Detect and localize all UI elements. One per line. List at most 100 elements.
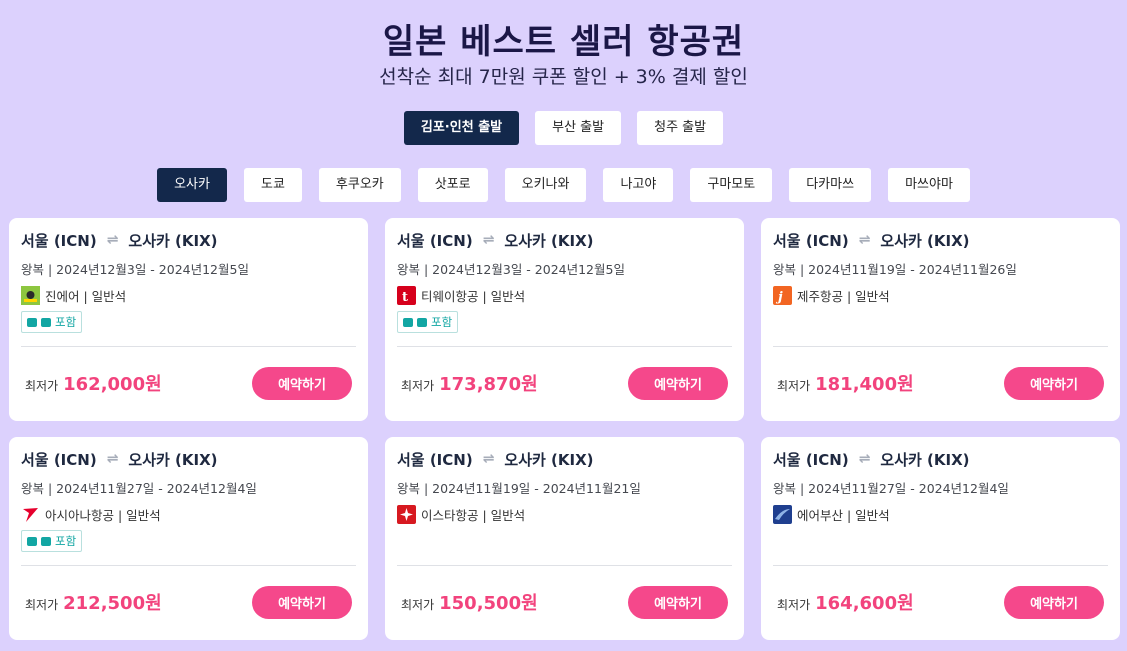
baggage-badge: 포함: [397, 311, 459, 333]
divider: [397, 565, 732, 566]
price-label: 최저가: [401, 379, 435, 393]
book-button[interactable]: 예약하기: [628, 586, 728, 619]
price-line: 최저가 162,000원: [25, 370, 162, 396]
price-label: 최저가: [777, 598, 811, 612]
divider: [773, 565, 1108, 566]
tab-city-takamatsu[interactable]: 다카마쓰: [789, 168, 872, 202]
airline-info: j 제주항공 | 일반석: [773, 286, 1108, 305]
airbusan-logo-icon: [773, 505, 792, 524]
book-button[interactable]: 예약하기: [252, 367, 352, 400]
destination: 오사카 (KIX): [880, 231, 970, 250]
airline-name: 티웨이항공 | 일반석: [421, 289, 526, 304]
origin: 서울 (ICN): [21, 450, 97, 469]
round-trip-arrow-icon: ⇌: [106, 232, 119, 248]
departure-tabs: 김포·인천 출발 부산 출발 청주 출발: [0, 111, 1127, 145]
carry-on-bag-icon: [27, 317, 37, 327]
flight-card[interactable]: 서울 (ICN) ⇌ 오사카 (KIX) 왕복 | 2024년11월27일 - …: [761, 437, 1120, 640]
jejuair-logo-icon: j: [773, 286, 792, 305]
baggage-label: 포함: [55, 315, 77, 329]
divider: [397, 346, 732, 347]
price-line: 최저가 181,400원: [777, 370, 914, 396]
flight-card[interactable]: 서울 (ICN) ⇌ 오사카 (KIX) 왕복 | 2024년11월19일 - …: [385, 437, 744, 640]
airline-info: 아시아나항공 | 일반석: [21, 505, 356, 524]
price-label: 최저가: [401, 598, 435, 612]
price-line: 최저가 212,500원: [25, 589, 162, 615]
flight-card[interactable]: 서울 (ICN) ⇌ 오사카 (KIX) 왕복 | 2024년12월3일 - 2…: [9, 218, 368, 421]
tab-city-matsuyama[interactable]: 마쓰야마: [888, 168, 970, 202]
asiana-logo-icon: [21, 505, 40, 524]
origin: 서울 (ICN): [21, 231, 97, 250]
book-button[interactable]: 예약하기: [1004, 367, 1104, 400]
tab-city-osaka[interactable]: 오사카: [157, 168, 227, 202]
price-label: 최저가: [25, 379, 59, 393]
tab-city-fukuoka[interactable]: 후쿠오카: [318, 168, 401, 202]
divider: [21, 346, 356, 347]
tab-departure-cheongju[interactable]: 청주 출발: [637, 111, 724, 145]
airline-name: 이스타항공 | 일반석: [421, 508, 526, 523]
price-line: 최저가 173,870원: [401, 370, 538, 396]
page-subtitle: 선착순 최대 7만원 쿠폰 할인 + 3% 결제 할인: [379, 66, 748, 88]
route: 서울 (ICN) ⇌ 오사카 (KIX): [397, 449, 732, 469]
destination: 오사카 (KIX): [128, 450, 218, 469]
flight-card[interactable]: 서울 (ICN) ⇌ 오사카 (KIX) 왕복 | 2024년11월19일 - …: [761, 218, 1120, 421]
book-button[interactable]: 예약하기: [628, 367, 728, 400]
origin: 서울 (ICN): [773, 450, 849, 469]
price: 164,600원: [815, 593, 914, 614]
price-line: 최저가 150,500원: [401, 589, 538, 615]
baggage-label: 포함: [431, 315, 453, 329]
route: 서울 (ICN) ⇌ 오사카 (KIX): [21, 449, 356, 469]
book-button[interactable]: 예약하기: [1004, 586, 1104, 619]
round-trip-arrow-icon: ⇌: [858, 451, 871, 467]
price-label: 최저가: [25, 598, 59, 612]
destination: 오사카 (KIX): [128, 231, 218, 250]
tway-logo-icon: t: [397, 286, 416, 305]
flight-card[interactable]: 서울 (ICN) ⇌ 오사카 (KIX) 왕복 | 2024년11월27일 - …: [9, 437, 368, 640]
airline-info: t 티웨이항공 | 일반석: [397, 286, 732, 305]
eastar-logo-icon: [397, 505, 416, 524]
tab-departure-busan[interactable]: 부산 출발: [535, 111, 622, 145]
checked-bag-icon: [417, 317, 427, 327]
tab-city-tokyo[interactable]: 도쿄: [243, 168, 302, 202]
round-trip-arrow-icon: ⇌: [482, 451, 495, 467]
airline-info: 진에어 | 일반석: [21, 286, 356, 305]
checked-bag-icon: [41, 317, 51, 327]
svg-text:t: t: [402, 290, 408, 305]
trip-dates: 왕복 | 2024년12월3일 - 2024년12월5일: [397, 262, 625, 277]
divider: [773, 346, 1108, 347]
checked-bag-icon: [41, 536, 51, 546]
tab-city-nagoya[interactable]: 나고야: [603, 168, 674, 202]
airline-name: 제주항공 | 일반석: [797, 289, 890, 304]
destination-tabs: 오사카 도쿄 후쿠오카 삿포로 오키나와 나고야 구마모토 다카마쓰 마쓰야마: [0, 168, 1127, 202]
airline-name: 에어부산 | 일반석: [797, 508, 890, 523]
route: 서울 (ICN) ⇌ 오사카 (KIX): [773, 230, 1108, 250]
trip-dates: 왕복 | 2024년11월27일 - 2024년12월4일: [773, 481, 1009, 496]
flight-card[interactable]: 서울 (ICN) ⇌ 오사카 (KIX) 왕복 | 2024년12월3일 - 2…: [385, 218, 744, 421]
destination: 오사카 (KIX): [504, 450, 594, 469]
origin: 서울 (ICN): [773, 231, 849, 250]
round-trip-arrow-icon: ⇌: [106, 451, 119, 467]
tab-city-okinawa[interactable]: 오키나와: [504, 168, 587, 202]
trip-dates: 왕복 | 2024년11월19일 - 2024년11월21일: [397, 481, 641, 496]
tab-city-sapporo[interactable]: 삿포로: [417, 168, 488, 202]
book-button[interactable]: 예약하기: [252, 586, 352, 619]
trip-dates: 왕복 | 2024년11월27일 - 2024년12월4일: [21, 481, 257, 496]
airline-name: 아시아나항공 | 일반석: [45, 508, 161, 523]
carry-on-bag-icon: [403, 317, 413, 327]
price: 181,400원: [815, 374, 914, 395]
origin: 서울 (ICN): [397, 450, 473, 469]
airline-info: 에어부산 | 일반석: [773, 505, 1108, 524]
trip-dates: 왕복 | 2024년11월19일 - 2024년11월26일: [773, 262, 1017, 277]
flight-card-grid: 서울 (ICN) ⇌ 오사카 (KIX) 왕복 | 2024년12월3일 - 2…: [9, 218, 1120, 640]
divider: [21, 565, 356, 566]
destination: 오사카 (KIX): [504, 231, 594, 250]
baggage-label: 포함: [55, 534, 77, 548]
airline-info: 이스타항공 | 일반석: [397, 505, 732, 524]
price: 150,500원: [439, 593, 538, 614]
page-title: 일본 베스트 셀러 항공권: [382, 22, 745, 62]
round-trip-arrow-icon: ⇌: [482, 232, 495, 248]
tab-departure-gimpo-incheon[interactable]: 김포·인천 출발: [403, 111, 520, 145]
trip-dates: 왕복 | 2024년12월3일 - 2024년12월5일: [21, 262, 249, 277]
origin: 서울 (ICN): [397, 231, 473, 250]
tab-city-kumamoto[interactable]: 구마모토: [690, 168, 773, 202]
route: 서울 (ICN) ⇌ 오사카 (KIX): [773, 449, 1108, 469]
